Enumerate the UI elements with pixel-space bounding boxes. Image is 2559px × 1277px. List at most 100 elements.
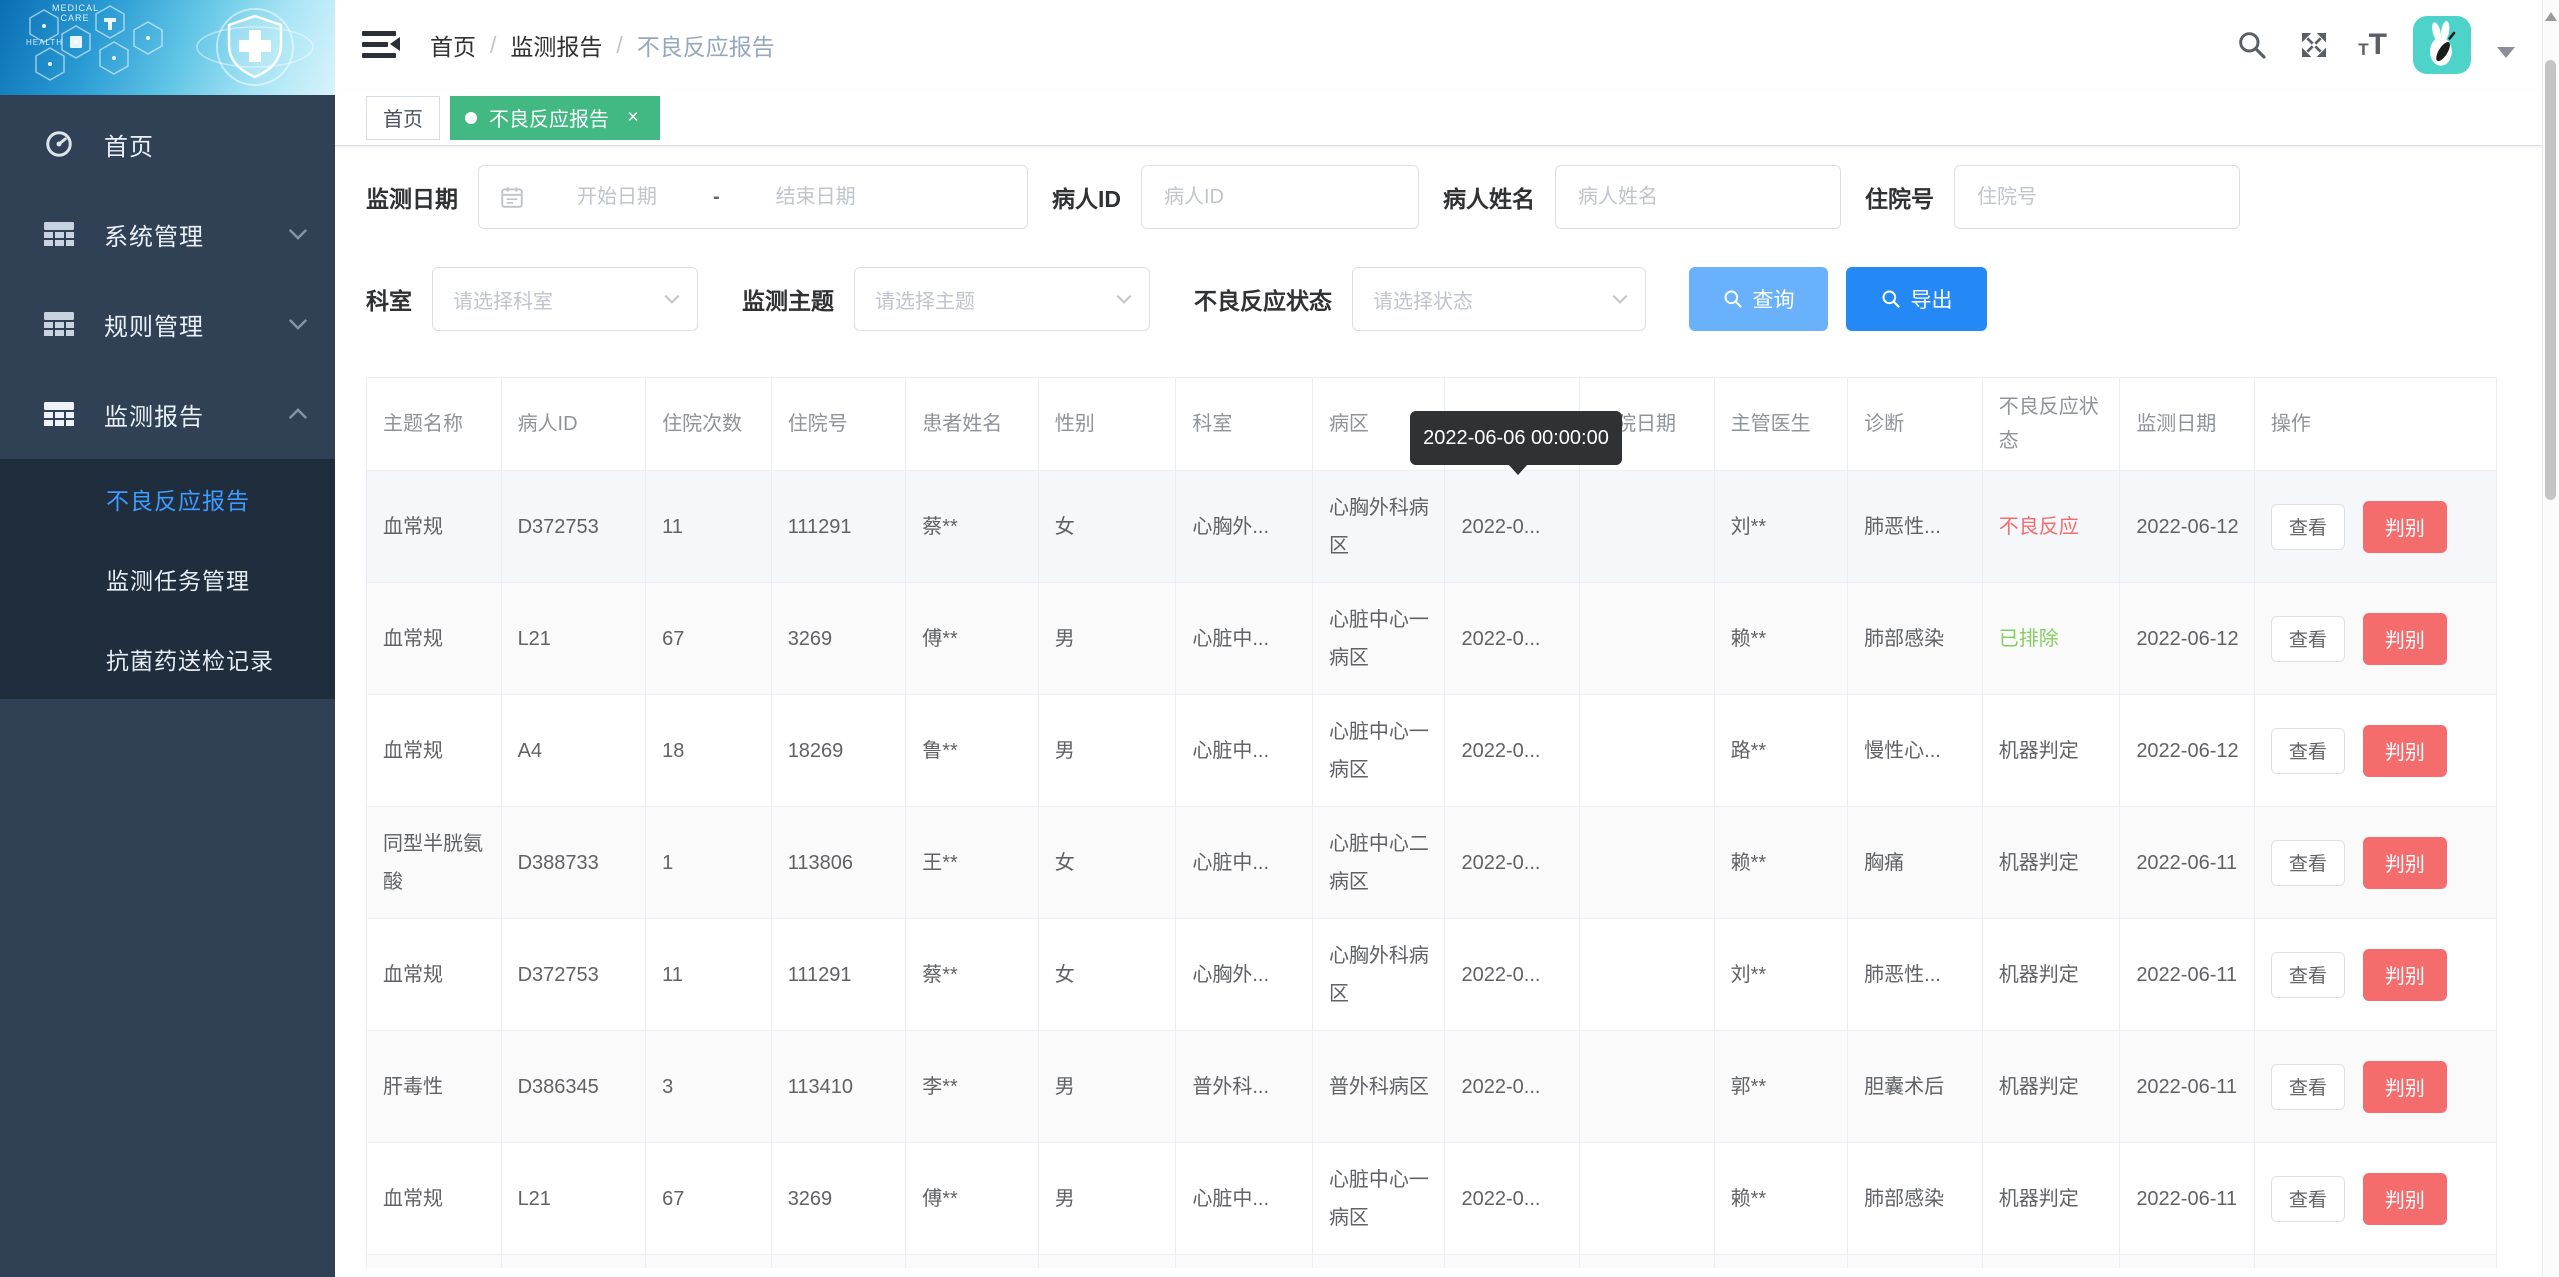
judge-button[interactable]: 判别 <box>2363 725 2447 777</box>
search-button[interactable]: 查询 <box>1689 267 1828 331</box>
cell-ward: 心胸外科病区 <box>1312 471 1445 583</box>
submenu-item-label: 不良反应报告 <box>106 482 250 516</box>
tab-home[interactable]: 首页 <box>366 96 440 140</box>
sidebar-item-home[interactable]: 首页 <box>0 99 335 189</box>
submenu-item-label: 监测任务管理 <box>106 562 250 596</box>
chevron-down-icon <box>287 317 309 331</box>
judge-button[interactable]: 判别 <box>2363 501 2447 553</box>
view-button[interactable]: 查看 <box>2271 1064 2345 1110</box>
sidebar-submenu: 不良反应报告 监测任务管理 抗菌药送检记录 <box>0 459 335 699</box>
cell-actions: 查看 判别 <box>2254 1031 2496 1143</box>
cell-pid: D372753 <box>501 919 646 1031</box>
breadcrumb-separator: / <box>616 32 622 59</box>
patient-name-input[interactable] <box>1576 185 1820 210</box>
cell-adm: 3269 <box>771 1143 906 1255</box>
col-visits: 住院次数 <box>646 378 772 471</box>
cell-in-date[interactable]: 2022-0... <box>1445 919 1580 1031</box>
start-date-input[interactable] <box>525 185 709 210</box>
cell-diagnosis: 胸痛 <box>1848 807 1983 919</box>
filter-row-2: 科室 请选择科室 监测主题 请选择主题 不良反应状态 请选择状态 <box>366 267 2543 331</box>
cell-actions: 查看 判别 <box>2254 583 2496 695</box>
fullscreen-icon[interactable] <box>2296 27 2332 63</box>
cell-in-date[interactable]: 2022-0... <box>1445 1143 1580 1255</box>
cell-topic: 血常规 <box>367 695 502 807</box>
font-size-icon[interactable]: TT <box>2358 32 2387 58</box>
avatar[interactable] <box>2413 16 2471 74</box>
cell-diagnosis: 慢性心... <box>1848 695 1983 807</box>
caret-down-icon[interactable] <box>2497 47 2515 58</box>
breadcrumb-separator: / <box>490 32 496 59</box>
view-button[interactable]: 查看 <box>2271 840 2345 886</box>
sidebar-item-adverse-reaction-report[interactable]: 不良反应报告 <box>0 459 335 539</box>
cell-diagnosis: 肺恶性... <box>1848 919 1983 1031</box>
sidebar-item-monitor-reports[interactable]: 监测报告 <box>0 369 335 459</box>
col-reaction-status: 不良反应状态 <box>1982 378 2120 471</box>
scrollbar-thumb[interactable] <box>2545 60 2556 500</box>
view-button[interactable]: 查看 <box>2271 1176 2345 1222</box>
sidebar-item-monitor-task-management[interactable]: 监测任务管理 <box>0 539 335 619</box>
breadcrumb: 首页 / 监测报告 / 不良反应报告 <box>430 28 775 62</box>
vertical-scrollbar <box>2542 0 2559 1277</box>
judge-button[interactable]: 判别 <box>2363 837 2447 889</box>
sidebar-item-rule-management[interactable]: 规则管理 <box>0 279 335 369</box>
cell-in-date[interactable]: 2022-0... <box>1445 583 1580 695</box>
department-select[interactable]: 请选择科室 <box>432 267 698 331</box>
export-button[interactable]: 导出 <box>1846 267 1987 331</box>
cell-in-date[interactable]: 2022-0... <box>1445 695 1580 807</box>
cell-diagnosis: 肺恶性... <box>1848 471 1983 583</box>
view-button[interactable]: 查看 <box>2271 952 2345 998</box>
end-date-input[interactable] <box>724 185 908 210</box>
judge-button[interactable]: 判别 <box>2363 949 2447 1001</box>
view-button[interactable]: 查看 <box>2271 616 2345 662</box>
breadcrumb-home[interactable]: 首页 <box>430 28 476 62</box>
cell-adm: 111291 <box>771 919 906 1031</box>
tab-label: 不良反应报告 <box>489 103 609 132</box>
cell-pid: L21 <box>501 583 646 695</box>
judge-button[interactable]: 判别 <box>2363 613 2447 665</box>
search-icon[interactable] <box>2234 27 2270 63</box>
view-button[interactable]: 查看 <box>2271 504 2345 550</box>
hamburger-icon[interactable] <box>362 28 400 62</box>
logo-text-medical-care: MEDICAL CARE <box>52 3 98 23</box>
sidebar: MEDICAL CARE HEALTH 首页 系统管理 <box>0 0 335 1277</box>
topic-select[interactable]: 请选择主题 <box>854 267 1150 331</box>
tab-adverse-reaction-report[interactable]: 不良反应报告 × <box>450 96 660 140</box>
breadcrumb-monitor-reports[interactable]: 监测报告 <box>510 28 602 62</box>
cell-name: 傅** <box>906 1143 1039 1255</box>
cell-topic: 血常规 <box>367 1143 502 1255</box>
table-row: 血常规 D372753 11 111291 蔡** 女 心胸外... 心胸外科病… <box>367 471 2497 583</box>
sidebar-item-system-management[interactable]: 系统管理 <box>0 189 335 279</box>
view-button[interactable]: 查看 <box>2271 728 2345 774</box>
patient-id-input[interactable] <box>1162 185 1398 210</box>
cell-sex: 女 <box>1038 919 1176 1031</box>
cell-adm: 18269 <box>771 695 906 807</box>
cell-in-date[interactable]: 2022-0... <box>1445 471 1580 583</box>
cell-sex: 男 <box>1038 583 1176 695</box>
sidebar-item-label: 首页 <box>104 127 309 162</box>
cell-status: 已排除 <box>1982 583 2120 695</box>
cell-name: 鲁** <box>906 695 1039 807</box>
cell-visits: 3 <box>646 1031 772 1143</box>
cell-dept: 心胸外... <box>1176 919 1313 1031</box>
close-icon[interactable]: × <box>621 106 645 130</box>
monitor-date-range-picker[interactable]: - <box>478 165 1028 229</box>
logo[interactable]: MEDICAL CARE HEALTH <box>0 0 335 95</box>
cell-dept: 心脏中... <box>1176 807 1313 919</box>
admission-no-input[interactable] <box>1975 185 2219 210</box>
cell-in-date[interactable]: 2022-0... <box>1445 807 1580 919</box>
judge-button[interactable]: 判别 <box>2363 1061 2447 1113</box>
cell-in-date[interactable]: 2022-0... <box>1445 1031 1580 1143</box>
col-doctor: 主管医生 <box>1714 378 1848 471</box>
reaction-status-select[interactable]: 请选择状态 <box>1352 267 1646 331</box>
judge-button[interactable]: 判别 <box>2363 1173 2447 1225</box>
cell-doctor: 刘** <box>1714 471 1848 583</box>
sidebar-item-antibiotic-test-records[interactable]: 抗菌药送检记录 <box>0 619 335 699</box>
cell-date: 2022-06-12 <box>2120 695 2255 807</box>
cell-status: 机器判定 <box>1982 1031 2120 1143</box>
cell-status: 不良反应 <box>1982 471 2120 583</box>
cell-doctor: 郭** <box>1714 1031 1848 1143</box>
admission-no-label: 住院号 <box>1865 180 1934 214</box>
cell-out-date <box>1580 583 1715 695</box>
cell-ward: 心脏中心一病区 <box>1312 1143 1445 1255</box>
scroll-up-icon[interactable] <box>2545 12 2557 21</box>
